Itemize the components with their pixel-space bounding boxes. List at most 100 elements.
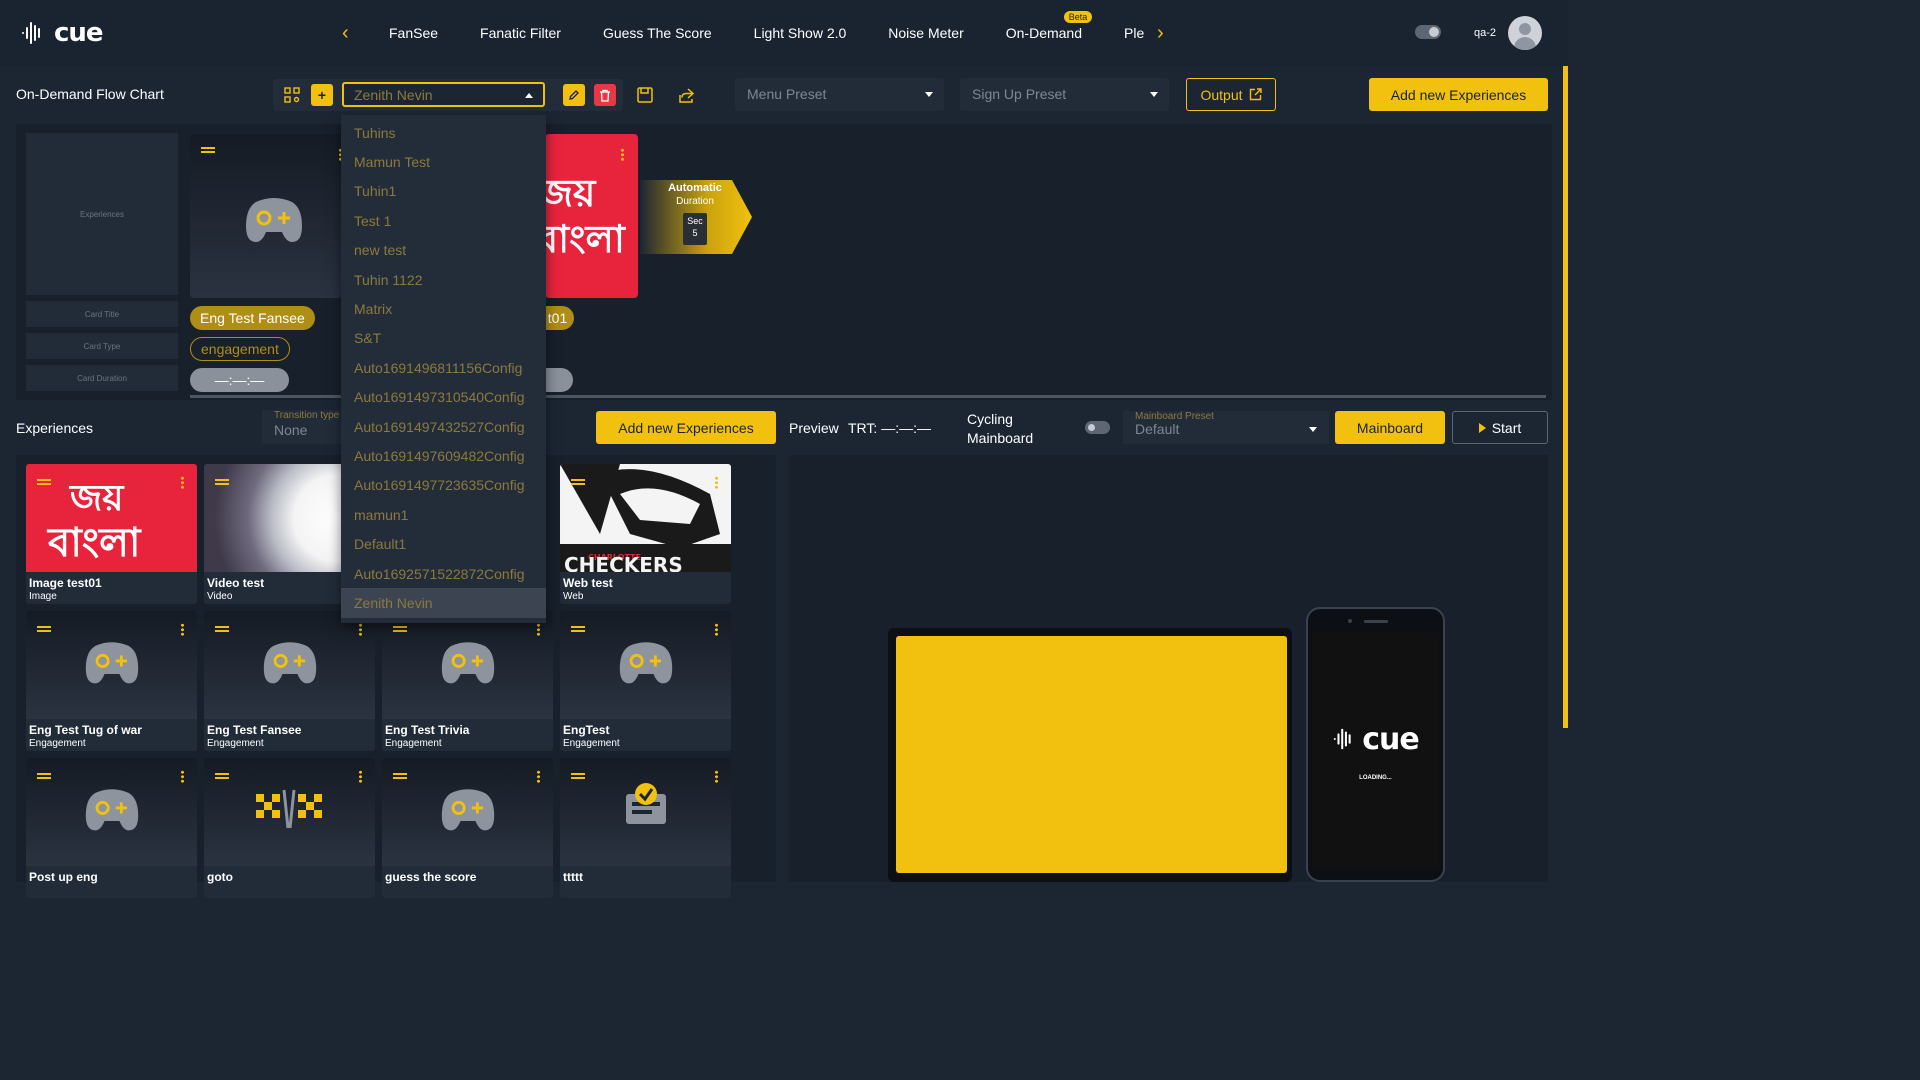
drag-handle-icon[interactable]	[571, 626, 585, 632]
drag-handle-icon[interactable]	[201, 147, 215, 153]
dropdown-option[interactable]: Auto1692571522872Config	[341, 559, 546, 588]
dropdown-option[interactable]: Test 1	[341, 206, 546, 235]
add-new-experiences-button-top[interactable]: Add new Experiences	[1369, 78, 1548, 111]
transition-type-select[interactable]: Transition type None	[262, 410, 342, 444]
nav-item-fanatic-filter[interactable]: Fanatic Filter	[480, 25, 561, 41]
add-new-experiences-button[interactable]: Add new Experiences	[596, 411, 776, 444]
nav-item-light-show[interactable]: Light Show 2.0	[754, 25, 847, 41]
automatic-duration-connector[interactable]: Automatic Duration Sec 5	[640, 180, 752, 254]
theme-toggle[interactable]	[1415, 25, 1441, 39]
kebab-menu-icon[interactable]	[537, 770, 540, 783]
flow-card-eng-test-fansee[interactable]	[190, 134, 342, 298]
checkered-flags-icon	[256, 789, 322, 829]
dropdown-option[interactable]: Auto1691497432527Config	[341, 412, 546, 441]
drag-handle-icon[interactable]	[571, 479, 585, 485]
dropdown-option[interactable]: Auto1691497310540Config	[341, 383, 546, 412]
nav-item-fansee[interactable]: FanSee	[389, 25, 438, 41]
dropdown-option[interactable]: Tuhins	[341, 118, 546, 147]
dropdown-option[interactable]: Mamun Test	[341, 147, 546, 176]
drag-handle-icon[interactable]	[393, 773, 407, 779]
tile-type: Video	[207, 591, 233, 602]
svg-text:জয়: জয়	[68, 478, 125, 519]
kebab-menu-icon[interactable]	[181, 770, 184, 783]
kebab-menu-icon[interactable]	[537, 623, 540, 636]
kebab-menu-icon[interactable]	[715, 770, 718, 783]
duration-value: 5	[692, 228, 698, 238]
experience-tile[interactable]: Eng Test Fansee Engagement	[204, 611, 375, 751]
dropdown-option[interactable]: Auto1691497723635Config	[341, 471, 546, 500]
signup-preset-select[interactable]: Sign Up Preset	[960, 78, 1169, 111]
tile-title: Eng Test Tug of war	[29, 723, 142, 737]
tile-title: EngTest	[563, 723, 610, 737]
nav-item-guess-the-score[interactable]: Guess The Score	[603, 25, 712, 41]
kebab-menu-icon[interactable]	[715, 476, 718, 489]
mainboard-monitor-preview	[888, 628, 1292, 882]
avatar[interactable]	[1508, 16, 1542, 50]
phone-speaker	[1364, 620, 1388, 623]
tile-title: Web test	[563, 576, 613, 590]
experience-tile[interactable]: EngTest Engagement	[560, 611, 731, 751]
nav-prev-arrow-icon[interactable]: ‹	[342, 22, 349, 45]
dropdown-option[interactable]: Matrix	[341, 294, 546, 323]
drag-handle-icon[interactable]	[37, 626, 51, 632]
dropdown-option[interactable]: Tuhin1	[341, 177, 546, 206]
kebab-menu-icon[interactable]	[359, 623, 362, 636]
kebab-menu-icon[interactable]	[359, 770, 362, 783]
kebab-menu-icon[interactable]	[715, 623, 718, 636]
dropdown-option[interactable]: Auto1691497609482Config	[341, 441, 546, 470]
mainboard-button[interactable]: Mainboard	[1335, 411, 1445, 444]
nav-item-on-demand[interactable]: On-Demand Beta	[1006, 11, 1093, 41]
drag-handle-icon[interactable]	[37, 479, 51, 485]
dropdown-option[interactable]: Auto1691496811156Config	[341, 353, 546, 382]
gamepad-icon	[441, 789, 495, 831]
caret-down-icon	[1309, 427, 1317, 432]
tile-title: Post up eng	[29, 870, 98, 884]
drag-handle-icon[interactable]	[571, 773, 585, 779]
drag-handle-icon[interactable]	[215, 626, 229, 632]
output-button[interactable]: Output	[1186, 78, 1276, 111]
save-icon[interactable]	[634, 84, 656, 106]
dropdown-option[interactable]: Tuhin 1122	[341, 265, 546, 294]
drag-handle-icon[interactable]	[37, 773, 51, 779]
nav-item-noise-meter[interactable]: Noise Meter	[888, 25, 963, 41]
page-scrollbar[interactable]	[1563, 66, 1568, 728]
nav-next-arrow-icon[interactable]: ›	[1157, 22, 1164, 45]
kebab-menu-icon[interactable]	[181, 623, 184, 636]
tile-type: Engagement	[29, 738, 86, 749]
experience-tile[interactable]: goto	[204, 758, 375, 898]
drag-handle-icon[interactable]	[393, 626, 407, 632]
share-icon[interactable]	[676, 84, 698, 106]
experience-tile[interactable]: ttttt	[560, 758, 731, 898]
edit-config-button[interactable]	[563, 84, 585, 106]
flow-card-duration-pill: —:—:—	[190, 368, 289, 392]
menu-preset-select[interactable]: Menu Preset	[735, 78, 944, 111]
waveform-icon	[22, 22, 40, 44]
config-select[interactable]: Zenith Nevin	[342, 82, 545, 107]
kebab-menu-icon[interactable]	[181, 476, 184, 489]
start-button[interactable]: Start	[1452, 411, 1548, 444]
experience-tile[interactable]: Eng Test Tug of war Engagement	[26, 611, 197, 751]
phone-preview: cue LOADING...	[1306, 607, 1445, 882]
grid-settings-icon[interactable]	[281, 84, 303, 106]
dropdown-option[interactable]: S&T	[341, 324, 546, 353]
experience-tile[interactable]: CHARLOTTE CHECKERS Web test Web	[560, 464, 731, 604]
experience-tile[interactable]: Post up eng	[26, 758, 197, 898]
dropdown-option[interactable]: new test	[341, 236, 546, 265]
experience-tile[interactable]: Eng Test Trivia Engagement	[382, 611, 553, 751]
add-config-button[interactable]: +	[311, 84, 333, 106]
experience-tile[interactable]: জয় বাংলা Image test01 Image	[26, 464, 197, 604]
dropdown-option-selected[interactable]: Zenith Nevin	[341, 588, 546, 618]
cycling-mainboard-toggle[interactable]	[1085, 421, 1110, 434]
dropdown-option[interactable]: mamun1	[341, 500, 546, 529]
dropdown-option[interactable]: Default1	[341, 529, 546, 558]
app-logo[interactable]: cue	[20, 18, 104, 48]
kebab-menu-icon[interactable]	[621, 148, 624, 161]
experience-tile[interactable]: guess the score	[382, 758, 553, 898]
flow-card-title-pill: Eng Test Fansee	[190, 306, 315, 330]
drag-handle-icon[interactable]	[215, 479, 229, 485]
flow-card-image-test01[interactable]: জয় বাংলা	[545, 134, 638, 298]
mainboard-preset-select[interactable]: Mainboard Preset Default	[1123, 411, 1329, 444]
drag-handle-icon[interactable]	[215, 773, 229, 779]
nav-item-plec[interactable]: Plec	[1124, 25, 1144, 41]
delete-config-button[interactable]	[594, 84, 616, 106]
